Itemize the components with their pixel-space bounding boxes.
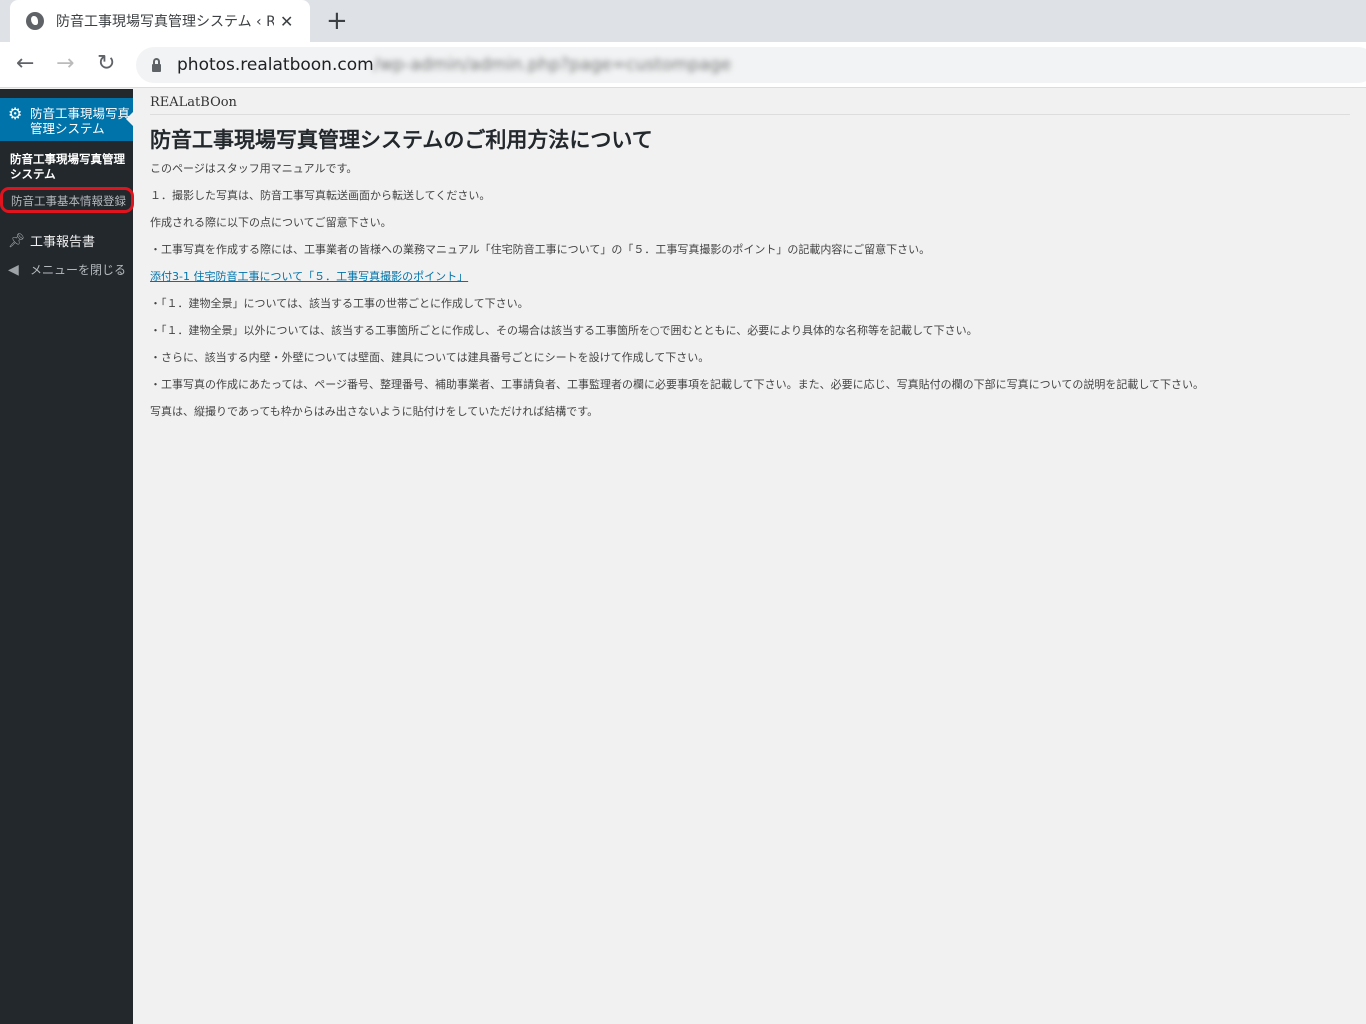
paragraph: 作成される際に以下の点についてご留意下さい。 [150, 216, 392, 229]
collapse-arrow-icon: ◀ [8, 261, 19, 278]
paragraph: ・工事写真を作成する際には、工事業者の皆様への業務マニュアル「住宅防音工事につい… [150, 243, 931, 256]
sidebar-item-system[interactable]: ⚙ 防音工事現場写真管理システム [0, 98, 133, 141]
page-title: 防音工事現場写真管理システムのご利用方法について [150, 128, 653, 152]
url-host: photos.realatboon.com [177, 55, 374, 75]
new-tab-button[interactable]: + [326, 6, 348, 36]
tab-title: 防音工事現場写真管理システム ‹ R [56, 14, 274, 30]
forward-button[interactable]: → [56, 51, 74, 76]
sidebar-item-report[interactable]: 📌︎ 工事報告書 [8, 231, 96, 251]
site-brand: REALatBOon [150, 89, 1350, 115]
address-bar[interactable]: photos.realatboon.com/wp-admin/admin.php… [136, 47, 1366, 83]
paragraph: 写真は、縦撮りであっても枠からはみ出さないように貼付けをしていただければ結構です… [150, 405, 599, 418]
paragraph: ・「１．建物全景」については、該当する工事の世帯ごとに作成して下さい。 [150, 297, 529, 310]
close-tab-icon[interactable]: ✕ [280, 12, 293, 31]
tab-bar: 防音工事現場写真管理システム ‹ R ✕ + [0, 0, 1366, 42]
paragraph: ・さらに、該当する内壁・外壁については壁面、建具については建具番号ごとにシートを… [150, 351, 710, 364]
sidebar-item-label: 防音工事現場写真管理システム [30, 106, 131, 136]
lock-icon [152, 58, 161, 72]
pin-icon: 📌︎ [8, 232, 26, 249]
paragraph: このページはスタッフ用マニュアルです。 [150, 162, 358, 175]
paragraph: ・「１．建物全景」以外については、該当する工事箇所ごとに作成し、その場合は該当す… [150, 324, 978, 337]
gear-icon: ⚙ [8, 104, 23, 123]
collapse-menu-button[interactable]: ◀ メニューを閉じる [8, 261, 126, 278]
sidebar-item-label: 工事報告書 [30, 235, 96, 250]
submenu-basic-info-registration[interactable]: 防音工事基本情報登録 [0, 187, 134, 213]
paragraph: ・工事写真の作成にあたっては、ページ番号、整理番号、補助事業者、工事請負者、工事… [150, 378, 1205, 391]
back-button[interactable]: ← [16, 51, 34, 76]
main-content: REALatBOon 防音工事現場写真管理システムのご利用方法について このペー… [150, 89, 1350, 432]
browser-tab[interactable]: 防音工事現場写真管理システム ‹ R ✕ [10, 0, 310, 42]
admin-sidebar: ⚙ 防音工事現場写真管理システム 防音工事現場写真管理システム 防音工事基本情報… [0, 89, 134, 1024]
submenu-system[interactable]: 防音工事現場写真管理システム [10, 152, 125, 182]
browser-toolbar: ← → ↻ photos.realatboon.com/wp-admin/adm… [0, 42, 1366, 88]
url-path: /wp-admin/admin.php?page=custompage [373, 55, 732, 75]
reload-button[interactable]: ↻ [97, 51, 115, 76]
paragraph: １．撮影した写真は、防音工事写真転送画面から転送してください。 [150, 189, 491, 202]
collapse-menu-label: メニューを閉じる [30, 263, 127, 277]
globe-icon [26, 12, 44, 30]
manual-link[interactable]: 添付3-1 住宅防音工事について「５．工事写真撮影のポイント」 [150, 270, 468, 283]
